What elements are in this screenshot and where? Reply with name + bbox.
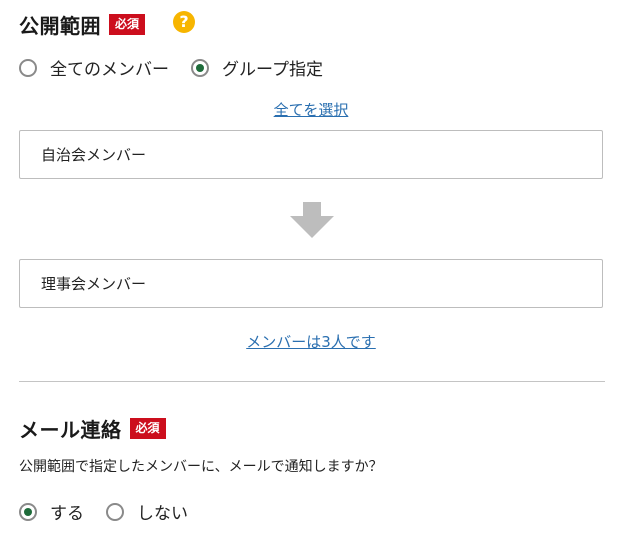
radio-group-specified[interactable]: グループ指定 xyxy=(191,55,323,80)
visibility-required-badge: 必須 xyxy=(109,14,146,35)
radio-all-members[interactable]: 全てのメンバー xyxy=(19,55,169,80)
mail-required-badge: 必須 xyxy=(129,418,166,439)
source-group-select[interactable]: 自治会メンバー xyxy=(19,130,603,179)
question-mark-icon[interactable]: ? xyxy=(173,11,195,33)
mail-title: メール連絡 xyxy=(19,418,122,442)
radio-notify-no-circle[interactable] xyxy=(106,502,124,521)
select-all-link[interactable]: 全てを選択 xyxy=(0,99,622,120)
radio-notify-no-label[interactable]: しない xyxy=(137,499,188,524)
radio-group-specified-label[interactable]: グループ指定 xyxy=(222,55,323,80)
visibility-section-title: 公開範囲 必須 xyxy=(19,10,146,39)
visibility-radio-group: 全てのメンバー グループ指定 xyxy=(19,55,323,80)
radio-notify-yes[interactable]: する xyxy=(19,499,84,524)
mail-radio-group: する しない xyxy=(19,499,188,524)
down-arrow-icon xyxy=(290,202,334,238)
radio-notify-yes-label[interactable]: する xyxy=(50,499,84,524)
radio-all-members-label[interactable]: 全てのメンバー xyxy=(50,55,169,80)
radio-all-members-circle[interactable] xyxy=(19,58,37,77)
radio-group-specified-circle[interactable] xyxy=(191,58,209,77)
section-divider xyxy=(19,381,605,382)
radio-notify-no[interactable]: しない xyxy=(106,499,188,524)
target-group-select[interactable]: 理事会メンバー xyxy=(19,259,603,308)
radio-notify-yes-circle[interactable] xyxy=(19,502,37,521)
mail-question: 公開範囲で指定したメンバーに、メールで通知しますか？ xyxy=(19,459,383,475)
member-count-link[interactable]: メンバーは3人です xyxy=(0,331,622,352)
mail-section-title: メール連絡 必須 xyxy=(19,414,166,443)
visibility-title: 公開範囲 xyxy=(19,14,101,38)
